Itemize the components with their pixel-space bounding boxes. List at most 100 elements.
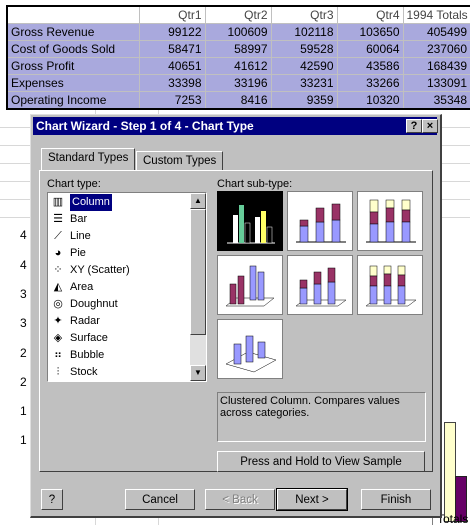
chart-type-item-bubble[interactable]: ⠶ Bubble: [50, 347, 188, 364]
value-cell[interactable]: 41612: [205, 57, 272, 75]
3d-percent-stacked-column-icon: [365, 265, 417, 307]
value-cell[interactable]: 33398: [139, 74, 206, 92]
help-question-icon[interactable]: ?: [406, 119, 422, 133]
value-cell[interactable]: 33196: [205, 74, 272, 92]
value-cell[interactable]: 100609: [205, 23, 272, 41]
value-cell[interactable]: 59528: [271, 40, 338, 58]
chart-type-item-scatter[interactable]: ⁘ XY (Scatter): [50, 262, 188, 279]
dialog-titlebar[interactable]: Chart Wizard - Step 1 of 4 - Chart Type …: [33, 117, 438, 135]
value-cell[interactable]: 99122: [139, 23, 206, 41]
value-cell[interactable]: 58471: [139, 40, 206, 58]
header-cell[interactable]: Qtr3: [271, 5, 338, 24]
bg-axis-label: 4: [20, 258, 27, 272]
stacked-column-icon: [296, 203, 346, 243]
row-label-cell[interactable]: Gross Revenue: [6, 23, 140, 41]
table-row: Operating Income 7253 8416 9359 10320 35…: [6, 91, 470, 110]
value-cell[interactable]: 35348: [403, 91, 470, 110]
chart-type-item-pie[interactable]: ◕ Pie: [50, 245, 188, 262]
3d-clustered-column-icon: [225, 265, 275, 307]
chart-type-item-column[interactable]: ▥ Column: [50, 193, 188, 212]
bg-axis-label: 2: [20, 346, 27, 360]
scatter-chart-icon: ⁘: [53, 264, 63, 276]
value-cell[interactable]: 43586: [337, 57, 404, 75]
chart-type-label: Radar: [70, 315, 100, 327]
surface-chart-icon: ◈: [53, 332, 63, 344]
value-cell[interactable]: 58997: [205, 40, 272, 58]
header-cell[interactable]: [6, 5, 140, 24]
value-cell[interactable]: 102118: [271, 23, 338, 41]
row-label-cell[interactable]: Cost of Goods Sold: [6, 40, 140, 58]
subtype-3d-stacked-column[interactable]: [287, 255, 353, 315]
radar-chart-icon: ✦: [53, 315, 63, 327]
column-chart-icon: ▥: [52, 196, 64, 208]
value-cell[interactable]: 103650: [337, 23, 404, 41]
subtype-3d-100-stacked-column[interactable]: [357, 255, 423, 315]
subtype-description: Clustered Column. Compares values across…: [217, 392, 426, 442]
header-cell[interactable]: Qtr1: [139, 5, 206, 24]
list-scrollbar[interactable]: ▲ ▼: [190, 193, 206, 381]
header-cell[interactable]: Qtr4: [337, 5, 404, 24]
chart-type-item-surface[interactable]: ◈ Surface: [50, 330, 188, 347]
clustered-column-icon: [227, 205, 275, 244]
chart-type-label: Area: [70, 281, 94, 293]
table-row: Cost of Goods Sold 58471 58997 59528 600…: [6, 40, 470, 58]
chart-type-item-line[interactable]: ⟋ Line: [50, 228, 188, 245]
value-cell[interactable]: 33266: [337, 74, 404, 92]
office-assistant-help-button[interactable]: ?: [41, 489, 63, 510]
scroll-down-arrow-icon[interactable]: ▼: [190, 365, 206, 381]
value-cell[interactable]: 10320: [337, 91, 404, 110]
scroll-thumb[interactable]: [190, 209, 206, 335]
doughnut-chart-icon: ◎: [53, 298, 63, 310]
row-label-cell[interactable]: Expenses: [6, 74, 140, 92]
value-cell[interactable]: 9359: [271, 91, 338, 110]
value-cell[interactable]: 405499: [403, 23, 470, 41]
value-cell[interactable]: 60064: [337, 40, 404, 58]
chart-type-item-radar[interactable]: ✦ Radar: [50, 313, 188, 330]
value-cell[interactable]: 7253: [139, 91, 206, 110]
next-button[interactable]: Next >: [276, 488, 348, 511]
subtype-3d-clustered-column[interactable]: [217, 255, 283, 315]
back-button[interactable]: < Back: [205, 489, 275, 510]
value-cell[interactable]: 33231: [271, 74, 338, 92]
bg-axis-label: 2: [20, 375, 27, 389]
bubble-chart-icon: ⠶: [53, 349, 63, 361]
tab-custom-types[interactable]: Custom Types: [136, 151, 224, 170]
row-label-cell[interactable]: Operating Income: [6, 91, 140, 110]
subtype-100-stacked-column[interactable]: [357, 191, 423, 251]
value-cell[interactable]: 8416: [205, 91, 272, 110]
chart-type-item-bar[interactable]: ☰ Bar: [50, 211, 188, 228]
value-cell[interactable]: 168439: [403, 57, 470, 75]
header-cell[interactable]: 1994 Totals: [403, 5, 470, 24]
row-label-cell[interactable]: Gross Profit: [6, 57, 140, 75]
subtype-clustered-column[interactable]: [217, 191, 283, 251]
value-cell[interactable]: 42590: [271, 57, 338, 75]
value-cell[interactable]: 237060: [403, 40, 470, 58]
chart-type-label: Surface: [70, 332, 108, 344]
line-chart-icon: ⟋: [54, 230, 62, 242]
chart-type-list[interactable]: ▥ Column ☰ Bar ⟋ Line ◕ Pie ⁘ XY (Scatter) ◭ A…: [47, 192, 207, 382]
tab-standard-types[interactable]: Standard Types: [41, 148, 136, 170]
percent-stacked-column-icon: [366, 199, 416, 243]
preview-sample-button[interactable]: Press and Hold to View Sample: [217, 451, 425, 472]
scroll-up-arrow-icon[interactable]: ▲: [190, 193, 206, 209]
cancel-button[interactable]: Cancel: [125, 489, 195, 510]
dialog-title: Chart Wizard - Step 1 of 4 - Chart Type: [36, 119, 254, 133]
chart-type-label: Chart type:: [47, 178, 101, 190]
bar-chart-icon: ☰: [53, 213, 63, 225]
chart-type-label: Bubble: [70, 349, 105, 361]
chart-wizard-dialog: Chart Wizard - Step 1 of 4 - Chart Type …: [30, 114, 442, 518]
chart-type-item-doughnut[interactable]: ◎ Doughnut: [50, 296, 188, 313]
value-cell[interactable]: 133091: [403, 74, 470, 92]
chart-type-item-area[interactable]: ◭ Area: [50, 279, 188, 296]
chart-type-label: Stock: [70, 366, 98, 378]
chart-type-item-stock[interactable]: ⫶ Stock: [50, 364, 188, 381]
finish-button[interactable]: Finish: [361, 489, 431, 510]
header-cell[interactable]: Qtr2: [205, 5, 272, 24]
chart-type-label: Bar: [70, 213, 88, 225]
value-cell[interactable]: 40651: [139, 57, 206, 75]
3d-stacked-column-icon: [295, 267, 347, 307]
close-icon[interactable]: ×: [422, 119, 438, 133]
subtype-3d-column[interactable]: [217, 319, 283, 379]
subtype-stacked-column[interactable]: [287, 191, 353, 251]
bg-axis-label: 3: [20, 287, 27, 301]
